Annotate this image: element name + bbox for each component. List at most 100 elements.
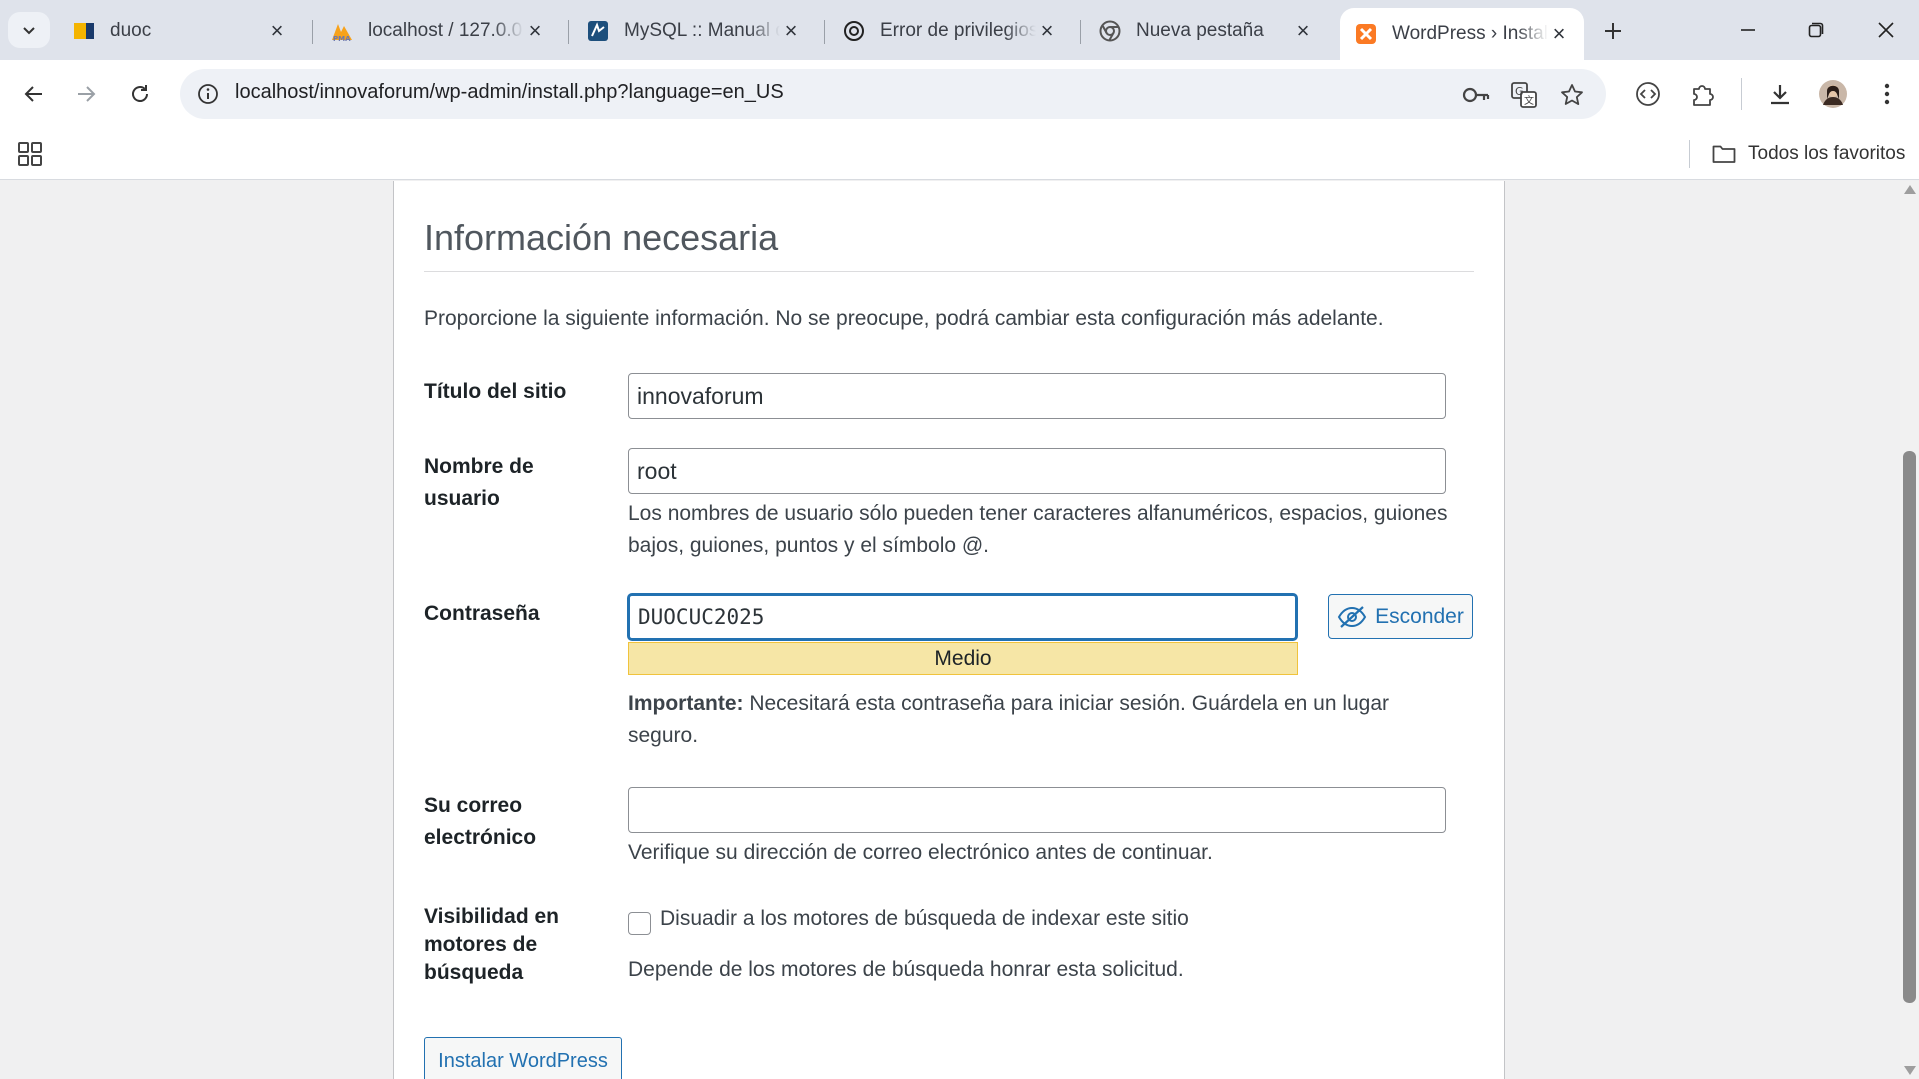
tab-mysql-manual[interactable]: MySQL :: Manual de referencia × (572, 12, 816, 50)
email-label: Su correo electrónico (424, 790, 594, 854)
translate-icon[interactable]: G文 (1508, 79, 1540, 111)
reload-button[interactable] (120, 74, 160, 114)
svg-text:文: 文 (1524, 94, 1534, 107)
apps-grid-icon[interactable] (16, 140, 44, 168)
new-tab-button[interactable] (1596, 14, 1630, 48)
tab-nueva-pestana[interactable]: Nueva pestaña × (1084, 12, 1328, 50)
tab-title: Error de privilegios (880, 20, 1036, 41)
email-label-line: electrónico (424, 826, 537, 849)
page-viewport: Información necesaria Proporcione la sig… (0, 181, 1900, 1079)
extensions-button[interactable] (1683, 74, 1723, 114)
scrollbar-thumb[interactable] (1903, 451, 1916, 1003)
close-icon[interactable]: × (524, 18, 546, 43)
bookmark-star-icon[interactable] (1556, 79, 1588, 111)
close-icon[interactable]: × (1548, 21, 1570, 46)
email-help: Verifique su dirección de correo electró… (628, 841, 1213, 864)
openai-icon (842, 19, 866, 43)
toolbar-divider (1741, 78, 1742, 110)
intro-text: Proporcione la siguiente información. No… (424, 307, 1384, 330)
key-icon[interactable] (1460, 79, 1492, 111)
back-button[interactable] (14, 74, 54, 114)
password-strength-meter: Medio (628, 642, 1298, 675)
extension-button[interactable] (1628, 74, 1668, 114)
page-title: Información necesaria (424, 217, 779, 258)
minimize-button[interactable] (1720, 8, 1776, 52)
tab-duoc[interactable]: duoc × (58, 12, 302, 50)
discourage-search-label[interactable]: Disuadir a los motores de búsqueda de in… (660, 907, 1189, 931)
forward-button[interactable] (66, 74, 106, 114)
close-icon[interactable]: × (1036, 18, 1058, 43)
bookmarks-divider (1689, 140, 1690, 168)
username-label-line: Nombre de (424, 455, 534, 478)
tab-title: duoc (110, 20, 152, 41)
hide-password-button[interactable]: Esconder (1328, 594, 1473, 639)
tab-error-privilegios[interactable]: Error de privilegios × (828, 12, 1072, 50)
downloads-button[interactable] (1760, 74, 1800, 114)
scroll-down-arrow-icon[interactable] (1904, 1066, 1916, 1075)
close-icon[interactable]: × (266, 18, 288, 43)
site-info-icon[interactable] (194, 80, 222, 108)
bookmarks-folder-label: Todos los favoritos (1748, 143, 1906, 164)
install-wordpress-button[interactable]: Instalar WordPress (424, 1037, 622, 1079)
bookmarks-bar: Todos los favoritos (0, 128, 1919, 180)
xampp-icon (1354, 22, 1378, 46)
close-icon[interactable]: × (780, 18, 802, 43)
scroll-up-arrow-icon[interactable] (1904, 185, 1916, 194)
visibility-label-line: Visibilidad en (424, 905, 559, 928)
download-icon (1771, 85, 1789, 105)
puzzle-icon (1693, 85, 1714, 106)
tab-wordpress-install[interactable]: WordPress › Instalación × (1340, 8, 1584, 60)
window-close-button[interactable] (1858, 8, 1914, 52)
chevron-down-icon (23, 27, 35, 35)
email-label-line: Su correo (424, 794, 523, 817)
address-bar[interactable]: localhost/innovaforum/wp-admin/install.p… (180, 69, 1606, 119)
tab-title: MySQL :: Manual de referencia (624, 20, 780, 41)
tab-strip: duoc × PMA localhost / 127.0.0.1 × MySQL… (0, 0, 1919, 60)
svg-text:G: G (1515, 85, 1524, 98)
tab-separator (1080, 20, 1081, 44)
username-label: Nombre de usuario (424, 451, 594, 515)
search-visibility-label: Visibilidad en motores de búsqueda (424, 903, 594, 987)
discourage-search-checkbox[interactable] (628, 912, 651, 935)
folder-icon (1712, 145, 1736, 163)
tab-phpmyadmin[interactable]: PMA localhost / 127.0.0.1 × (316, 12, 560, 50)
profile-button[interactable] (1813, 74, 1853, 114)
page-scrollbar[interactable] (1900, 181, 1919, 1079)
restore-icon (1808, 22, 1824, 38)
tab-separator (568, 20, 569, 44)
arrow-right-icon (78, 86, 96, 102)
url-text[interactable]: localhost/innovaforum/wp-admin/install.p… (235, 81, 784, 104)
install-card: Información necesaria Proporcione la sig… (393, 181, 1505, 1079)
restore-button[interactable] (1788, 8, 1844, 52)
password-input[interactable]: DUOCUC2025 (628, 594, 1297, 640)
password-label: Contraseña (424, 602, 540, 625)
svg-text:PMA: PMA (333, 35, 351, 42)
tab-search-button[interactable] (8, 12, 50, 48)
folder-favicon-icon (72, 19, 96, 43)
close-icon[interactable]: × (1292, 18, 1314, 43)
more-vertical-icon (1884, 83, 1890, 105)
tab-separator (824, 20, 825, 44)
username-input[interactable]: root (628, 448, 1446, 494)
username-help-line: Los nombres de usuario sólo pueden tener… (628, 502, 1448, 525)
tab-title: Nueva pestaña (1136, 20, 1264, 41)
username-label-line: usuario (424, 487, 500, 510)
avatar (1819, 80, 1847, 108)
plus-icon (1605, 23, 1621, 39)
site-title-input[interactable]: innovaforum (628, 373, 1446, 419)
site-title-label: Título del sitio (424, 380, 567, 403)
tab-title: localhost / 127.0.0.1 (368, 20, 524, 41)
tab-separator (312, 20, 313, 44)
visibility-label-line: motores de (424, 933, 538, 956)
hide-button-label: Esconder (1375, 604, 1464, 628)
email-input[interactable] (628, 787, 1446, 833)
all-bookmarks-folder[interactable]: Todos los favoritos (1712, 138, 1905, 170)
close-icon (1878, 22, 1894, 38)
reload-icon (132, 85, 148, 102)
visibility-label-line: búsqueda (424, 961, 524, 984)
divider (424, 271, 1474, 272)
menu-button[interactable] (1867, 74, 1907, 114)
minimize-icon (1741, 29, 1755, 31)
eye-slash-icon (1337, 605, 1367, 628)
phpmyadmin-icon: PMA (330, 19, 354, 43)
